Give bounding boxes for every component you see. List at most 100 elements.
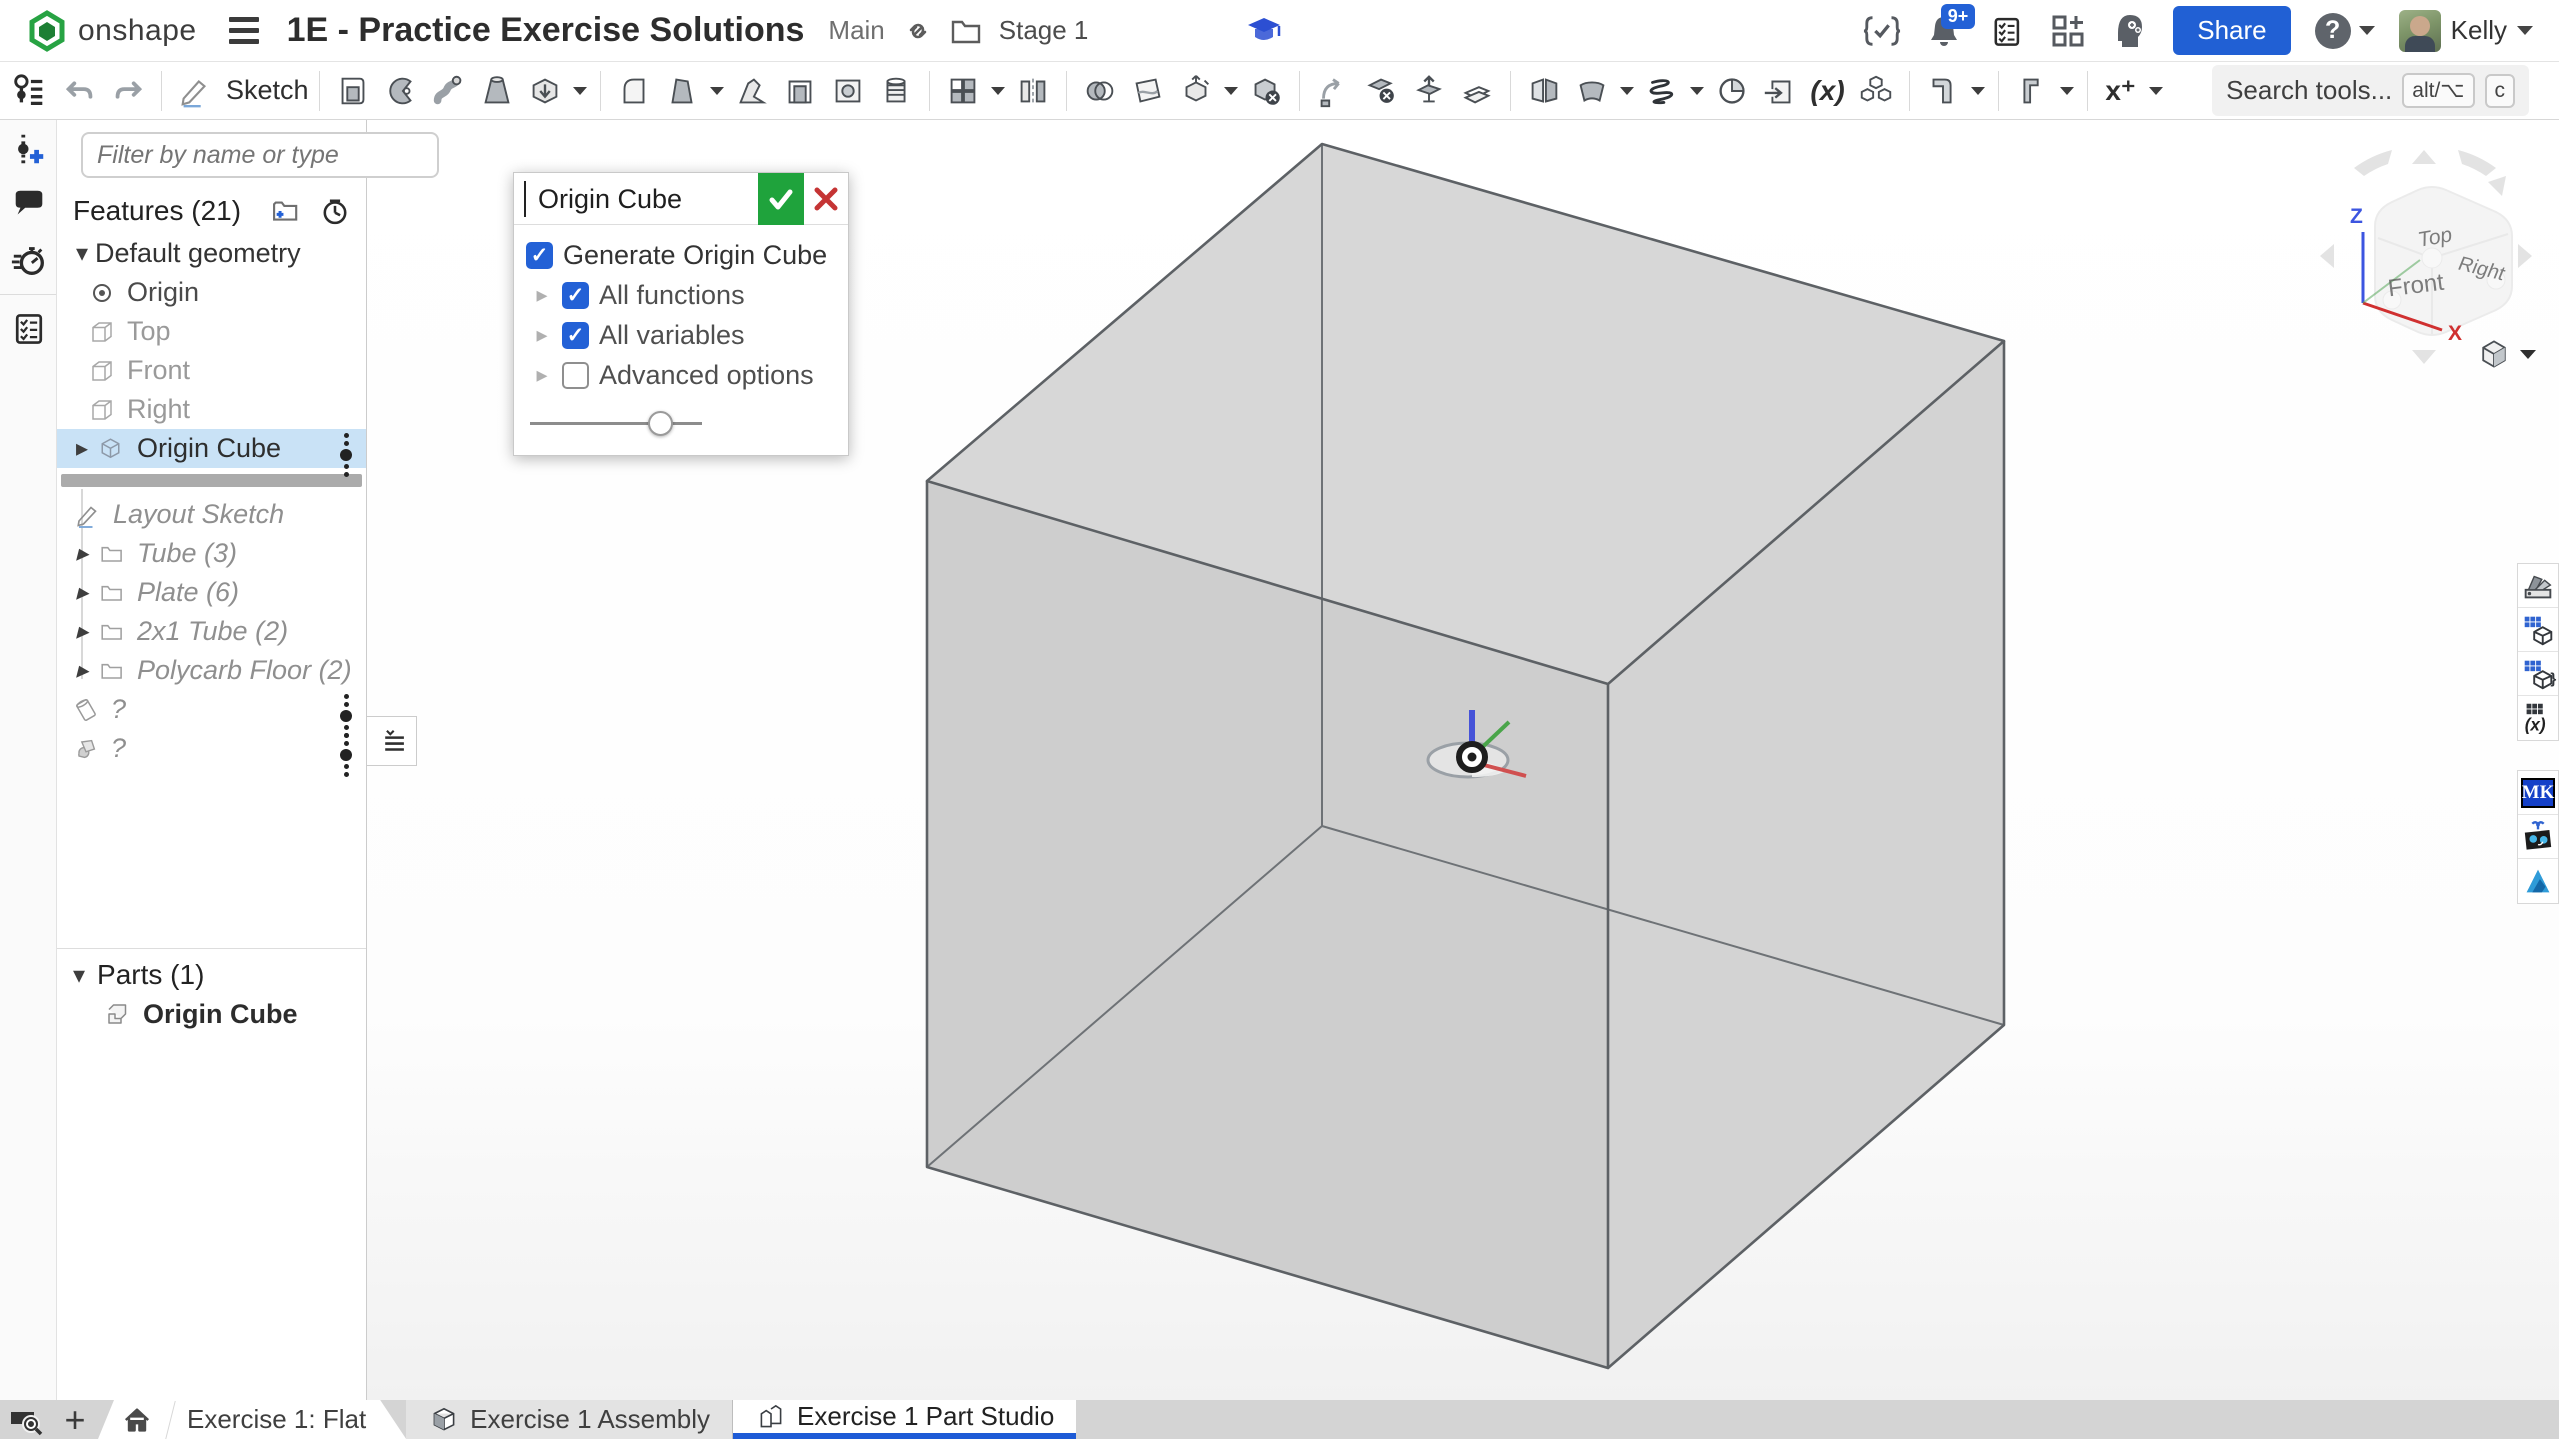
insert-feature-icon[interactable]: [0, 120, 57, 176]
thicken-button[interactable]: [522, 68, 568, 114]
chevron-right-icon[interactable]: ▸: [69, 434, 95, 463]
tab-exercise-1-flat[interactable]: Exercise 1: Flat: [98, 1400, 406, 1439]
tree-item-origin[interactable]: Origin: [57, 273, 366, 312]
view-cube[interactable]: Z X Top Front Right: [2300, 130, 2550, 380]
shell-button[interactable]: [777, 68, 823, 114]
all-functions-row[interactable]: ▸ ✓ All functions: [526, 275, 836, 315]
ai-advisor-icon[interactable]: [2111, 12, 2149, 50]
draft-button[interactable]: [729, 68, 775, 114]
chamfer-button[interactable]: [659, 68, 705, 114]
sheet-metal-button[interactable]: [1920, 68, 1966, 114]
tree-item-front-plane[interactable]: Front: [57, 351, 366, 390]
boolean-dropdown[interactable]: [988, 68, 1008, 114]
variable-button[interactable]: (x): [1805, 68, 1851, 114]
new-tab-button[interactable]: +: [52, 1400, 98, 1439]
share-button[interactable]: Share: [2173, 6, 2290, 55]
surface-button[interactable]: [1125, 68, 1171, 114]
mirror-button[interactable]: [1521, 68, 1567, 114]
slider-knob[interactable]: [648, 411, 673, 436]
apps-grid-icon[interactable]: [2049, 12, 2087, 50]
import-button[interactable]: [1757, 68, 1803, 114]
feature-history-icon[interactable]: [318, 194, 352, 228]
rollback-slider[interactable]: [530, 409, 832, 439]
generate-origin-cube-checkbox[interactable]: ✓: [526, 242, 553, 269]
pattern-dropdown[interactable]: [1617, 68, 1637, 114]
tree-item-layout-sketch[interactable]: Layout Sketch: [57, 495, 366, 534]
chevron-right-icon[interactable]: ▸: [69, 656, 95, 685]
main-menu-button[interactable]: [229, 17, 259, 44]
history-icon[interactable]: [0, 232, 57, 288]
all-variables-row[interactable]: ▸ ✓ All variables: [526, 315, 836, 355]
sketch-button[interactable]: [172, 68, 218, 114]
intersect-button[interactable]: [1077, 68, 1123, 114]
chamfer-dropdown[interactable]: [707, 68, 727, 114]
delete-part-button[interactable]: [1243, 68, 1289, 114]
chevron-down-icon[interactable]: ▾: [73, 961, 85, 990]
chevron-right-icon[interactable]: ▸: [69, 617, 95, 646]
sheet-metal-dropdown[interactable]: [1968, 68, 1988, 114]
link-icon[interactable]: [903, 16, 933, 46]
flange-dropdown[interactable]: [2057, 68, 2077, 114]
filter-input[interactable]: [81, 132, 439, 178]
tree-item-tube-folder[interactable]: ▸ Tube (3): [57, 534, 366, 573]
thread-button[interactable]: [873, 68, 919, 114]
view-options-button[interactable]: [2476, 336, 2536, 372]
tasks-icon[interactable]: [1987, 12, 2025, 50]
chevron-right-icon[interactable]: ▸: [69, 578, 95, 607]
feature-list-flyout-button[interactable]: [367, 716, 417, 766]
workspace-label[interactable]: Stage 1: [999, 15, 1089, 46]
user-menu[interactable]: Kelly: [2399, 10, 2533, 52]
boolean-button[interactable]: [940, 68, 986, 114]
appearance-icon[interactable]: [2518, 564, 2558, 608]
tree-item-unresolved-2[interactable]: ?: [57, 729, 366, 768]
triangle-app-icon[interactable]: [2518, 859, 2558, 903]
tree-item-right-plane[interactable]: Right: [57, 390, 366, 429]
onshape-logo[interactable]: onshape: [26, 10, 197, 52]
drag-handle[interactable]: [340, 433, 352, 477]
configurations-icon[interactable]: [0, 301, 57, 357]
part-instances-button[interactable]: [1853, 68, 1899, 114]
revolve-button[interactable]: [378, 68, 424, 114]
modify-fillet-button[interactable]: [1310, 68, 1356, 114]
feature-name-input[interactable]: Origin Cube: [524, 181, 758, 217]
pattern-button[interactable]: [1569, 68, 1615, 114]
sketch-label[interactable]: Sketch: [226, 75, 309, 106]
split-button[interactable]: [1010, 68, 1056, 114]
parts-section-header[interactable]: ▾ Parts (1): [57, 949, 366, 993]
feature-list-icon[interactable]: [6, 68, 52, 114]
drag-handle[interactable]: [340, 733, 352, 777]
cube-table-icon[interactable]: [2518, 608, 2558, 652]
advanced-options-row[interactable]: ▸ Advanced options: [526, 355, 836, 395]
hole-button[interactable]: [825, 68, 871, 114]
chevron-down-icon[interactable]: ▾: [69, 239, 95, 268]
mk-icon[interactable]: MK: [2518, 771, 2558, 815]
transform-dropdown[interactable]: [1221, 68, 1241, 114]
notifications-bell-icon[interactable]: 9+: [1925, 12, 1963, 50]
flange-button[interactable]: [2009, 68, 2055, 114]
add-folder-icon[interactable]: [268, 194, 304, 228]
loft-button[interactable]: [474, 68, 520, 114]
thicken-dropdown[interactable]: [570, 68, 590, 114]
graphics-viewport[interactable]: [57, 120, 2559, 1400]
tree-item-origin-cube[interactable]: ▸ Origin Cube: [57, 429, 366, 468]
circular-pattern-button[interactable]: [1709, 68, 1755, 114]
fillet-button[interactable]: [611, 68, 657, 114]
extrude-button[interactable]: [330, 68, 376, 114]
confirm-button[interactable]: [758, 173, 804, 225]
cube-derive-icon[interactable]: }: [2518, 652, 2558, 696]
search-tools-box[interactable]: Search tools... alt/⌥ c: [2212, 65, 2529, 116]
helix-button[interactable]: [1639, 68, 1685, 114]
custom-feature-button[interactable]: x⁺: [2098, 68, 2144, 114]
chevron-right-icon[interactable]: ▸: [69, 539, 95, 568]
all-functions-checkbox[interactable]: ✓: [562, 282, 589, 309]
chevron-right-icon[interactable]: ▸: [532, 282, 552, 308]
tree-item-default-geometry[interactable]: ▾ Default geometry: [57, 234, 366, 273]
comments-icon[interactable]: [0, 176, 57, 232]
offset-surface-button[interactable]: [1454, 68, 1500, 114]
rollback-bar[interactable]: [61, 474, 362, 487]
sweep-button[interactable]: [426, 68, 472, 114]
tree-item-plate-folder[interactable]: ▸ Plate (6): [57, 573, 366, 612]
tree-item-polycarb-floor-folder[interactable]: ▸ Polycarb Floor (2): [57, 651, 366, 690]
tree-item-2x1-tube-folder[interactable]: ▸ 2x1 Tube (2): [57, 612, 366, 651]
featurescript-icon[interactable]: [1863, 12, 1901, 50]
